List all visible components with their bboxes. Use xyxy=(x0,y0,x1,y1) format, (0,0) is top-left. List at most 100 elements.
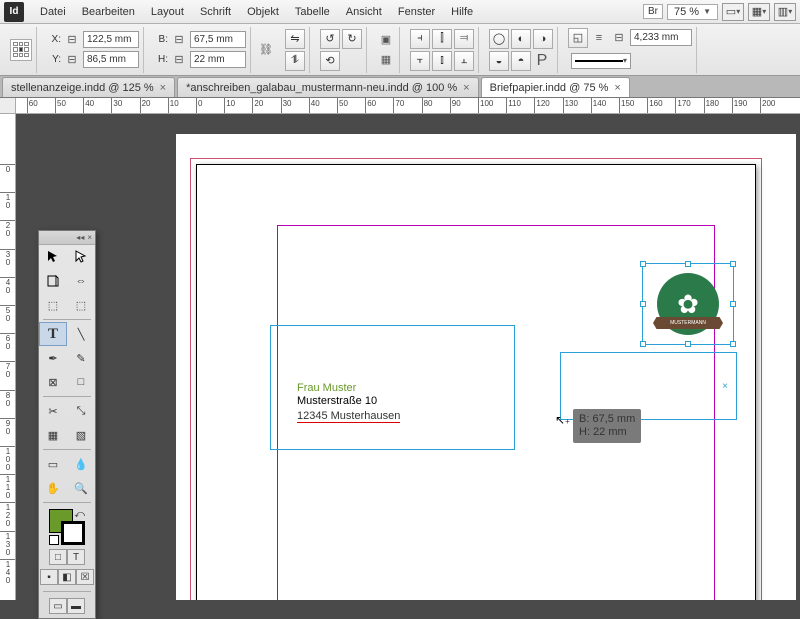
anchor-icon: × xyxy=(720,381,730,391)
stroke-swatch[interactable] xyxy=(61,521,85,545)
align-bot-button[interactable]: ⫠ xyxy=(454,51,474,71)
wrap-col-button[interactable]: ◓ xyxy=(511,51,531,71)
address-frame[interactable]: Frau Muster Musterstraße 10 12345 Muster… xyxy=(270,325,515,450)
align-top-button[interactable]: ⫟ xyxy=(410,51,430,71)
align-mid-button[interactable]: ⫾ xyxy=(432,51,452,71)
x-label: X: xyxy=(47,34,61,45)
canvas[interactable]: Frau Muster Musterstraße 10 12345 Muster… xyxy=(16,114,800,600)
close-icon[interactable]: × xyxy=(614,82,620,94)
hand-tool[interactable]: ✋ xyxy=(39,476,67,500)
logo-frame[interactable]: ✿ MUSTERMANN xyxy=(642,263,734,345)
menu-schrift[interactable]: Schrift xyxy=(192,0,239,24)
fill-stroke-swatch[interactable]: ⤺ xyxy=(49,509,85,545)
flip-v-button[interactable]: ⥮ xyxy=(285,51,305,71)
zoom-tool[interactable]: 🔍 xyxy=(67,476,95,500)
y-input[interactable]: 86,5 mm xyxy=(83,51,139,68)
collapse-icon[interactable]: ◂◂ xyxy=(76,233,84,242)
zoom-selector[interactable]: 75 %▼ xyxy=(667,4,718,20)
app-logo: Id xyxy=(4,2,24,22)
y-label: Y: xyxy=(47,54,61,65)
corner-button[interactable]: ◱ xyxy=(568,28,588,48)
close-icon[interactable]: × xyxy=(160,82,166,94)
constrain-icon[interactable]: ⛓ xyxy=(257,41,275,59)
tab-briefpapier[interactable]: Briefpapier.indd @ 75 % × xyxy=(481,77,630,97)
gradient-swatch-tool[interactable]: ▦ xyxy=(39,423,67,447)
arrange-button[interactable]: ▦▾ xyxy=(748,3,770,21)
rectangle-frame-tool[interactable]: ⊠ xyxy=(39,370,67,394)
wrap-bbox-button[interactable]: ◐ xyxy=(511,29,531,49)
scissors-tool[interactable]: ✂ xyxy=(39,399,67,423)
selection-tool[interactable] xyxy=(39,245,67,269)
close-icon[interactable]: × xyxy=(87,233,92,242)
fill-icon[interactable]: ▦ xyxy=(377,51,395,69)
bridge-button[interactable]: Br xyxy=(643,4,663,19)
pencil-tool[interactable]: ✎ xyxy=(67,346,95,370)
ruler-origin[interactable] xyxy=(0,98,16,114)
link-icon[interactable]: ⊟ xyxy=(63,31,81,49)
reference-point[interactable] xyxy=(10,39,32,61)
content-placer-tool[interactable]: ⬚ xyxy=(67,293,95,317)
flip-h-button[interactable]: ⇋ xyxy=(285,29,305,49)
view-mode-normal[interactable]: ▭ xyxy=(49,598,67,614)
tab-label: stellenanzeige.indd @ 125 % xyxy=(11,82,154,94)
direct-selection-tool[interactable] xyxy=(67,245,95,269)
menu-bearbeiten[interactable]: Bearbeiten xyxy=(74,0,143,24)
pen-tool[interactable]: ✒ xyxy=(39,346,67,370)
tab-stellenanzeige[interactable]: stellenanzeige.indd @ 125 % × xyxy=(2,77,175,97)
stroke-style-select[interactable]: ▾ xyxy=(571,53,631,69)
fit-icon[interactable]: ▣ xyxy=(377,31,395,49)
menu-layout[interactable]: Layout xyxy=(143,0,192,24)
wrap-shape-button[interactable]: ◑ xyxy=(533,29,553,49)
ruler-horizontal[interactable]: 6050403020100102030405060708090100110120… xyxy=(16,98,800,114)
screen-mode-button[interactable]: ▭▾ xyxy=(722,3,744,21)
align-center-button[interactable]: ⫿ xyxy=(432,29,452,49)
menu-hilfe[interactable]: Hilfe xyxy=(443,0,481,24)
chevron-down-icon: ▼ xyxy=(703,7,711,16)
wrap-none-button[interactable]: ◯ xyxy=(489,29,509,49)
rotate-cw-button[interactable]: ↻ xyxy=(342,29,362,49)
menu-ansicht[interactable]: Ansicht xyxy=(338,0,390,24)
ruler-vertical[interactable]: 0102030405060708090100110120130140 xyxy=(0,114,16,600)
gradient-feather-tool[interactable]: ▧ xyxy=(67,423,95,447)
b-label: B: xyxy=(154,34,168,45)
workspace-button[interactable]: ▥▾ xyxy=(774,3,796,21)
stroke-weight-input[interactable]: 4,233 mm xyxy=(630,29,692,46)
color-mode-button[interactable]: ▪ xyxy=(40,569,58,585)
menu-fenster[interactable]: Fenster xyxy=(390,0,443,24)
rotate-ccw-button[interactable]: ↺ xyxy=(320,29,340,49)
tools-panel[interactable]: ◂◂× ⇔ ⬚ ⬚ T ╲ ✒ ✎ ⊠ □ ✂ ⤡ ▦ ▧ ▭ 💧 ✋ 🔍 xyxy=(38,230,96,619)
swap-icon[interactable]: ⤺ xyxy=(74,509,85,520)
free-transform-tool[interactable]: ⤡ xyxy=(67,399,95,423)
gradient-mode-button[interactable]: ◧ xyxy=(58,569,76,585)
align-left-button[interactable]: ⫞ xyxy=(410,29,430,49)
stroke-weight-icon: ≡ xyxy=(590,29,608,47)
menu-tabelle[interactable]: Tabelle xyxy=(287,0,338,24)
rotate-180-button[interactable]: ⟲ xyxy=(320,51,340,71)
eyedropper-tool[interactable]: 💧 xyxy=(67,452,95,476)
default-colors-icon[interactable] xyxy=(49,535,59,545)
menu-datei[interactable]: Datei xyxy=(32,0,74,24)
apply-container-button[interactable]: □ xyxy=(49,549,67,565)
wrap-jump-button[interactable]: ◒ xyxy=(489,51,509,71)
note-tool[interactable]: ▭ xyxy=(39,452,67,476)
x-input[interactable]: 122,5 mm xyxy=(83,31,139,48)
height-input[interactable]: 22 mm xyxy=(190,51,246,68)
width-input[interactable]: 67,5 mm xyxy=(190,31,246,48)
gap-tool[interactable]: ⇔ xyxy=(67,269,95,293)
type-tool[interactable]: T xyxy=(39,322,67,346)
rectangle-tool[interactable]: □ xyxy=(67,370,95,394)
page-tool[interactable] xyxy=(39,269,67,293)
h-label: H: xyxy=(154,54,168,65)
content-collector-tool[interactable]: ⬚ xyxy=(39,293,67,317)
tab-anschreiben[interactable]: *anschreiben_galabau_mustermann-neu.indd… xyxy=(177,77,479,97)
align-right-button[interactable]: ⫤ xyxy=(454,29,474,49)
tab-label: Briefpapier.indd @ 75 % xyxy=(490,82,609,94)
page[interactable]: Frau Muster Musterstraße 10 12345 Muster… xyxy=(196,164,756,600)
none-mode-button[interactable]: ☒ xyxy=(76,569,94,585)
apply-text-button[interactable]: T xyxy=(67,549,85,565)
panel-header[interactable]: ◂◂× xyxy=(39,231,95,245)
line-tool[interactable]: ╲ xyxy=(67,322,95,346)
close-icon[interactable]: × xyxy=(463,82,469,94)
menu-objekt[interactable]: Objekt xyxy=(239,0,287,24)
view-mode-preview[interactable]: ▬ xyxy=(67,598,85,614)
